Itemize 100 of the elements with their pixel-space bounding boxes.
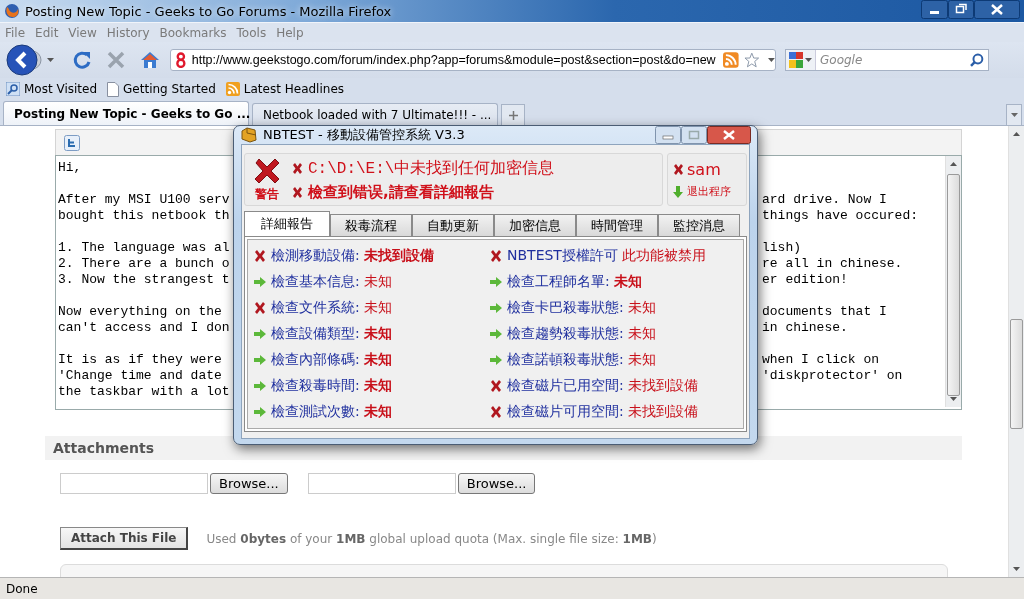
check-result: 未找到設備 <box>627 403 698 421</box>
check-result: 未找到設備 <box>363 247 434 265</box>
exit-button[interactable]: 退出程序 <box>672 184 746 199</box>
text-line: things have occured: <box>762 208 919 224</box>
dialog-tab[interactable]: 詳細報告 <box>244 211 330 236</box>
text-line: when I click on <box>762 352 880 368</box>
home-icon[interactable] <box>140 50 160 70</box>
file-input-field[interactable] <box>307 473 456 494</box>
text-line: er edition! <box>762 272 848 288</box>
caret-icon <box>1010 113 1018 117</box>
text-line: Hi, <box>58 160 82 176</box>
dialog-tab[interactable]: 殺毒流程 <box>330 214 412 236</box>
dialog-title: NBTEST - 移動設備管控系統 V3.3 <box>263 126 465 144</box>
search-engine-button[interactable] <box>786 50 816 70</box>
rss-icon[interactable] <box>723 52 739 68</box>
text-line: in chinese. <box>762 320 848 336</box>
dropdown-icon[interactable] <box>805 58 812 62</box>
search-input[interactable]: Google <box>816 52 971 68</box>
dialog-tab[interactable]: 監控消息 <box>658 214 740 236</box>
dialog-tab[interactable]: 自動更新 <box>412 214 494 236</box>
check-result: 未知 <box>363 325 392 343</box>
text-line: 'Change time and date <box>58 368 222 384</box>
check-result: 未知 <box>363 377 392 395</box>
text-line: 'diskprotector' on <box>762 368 903 384</box>
plus-icon <box>508 110 518 120</box>
text-line: Now everything on the <box>58 304 222 320</box>
arrow-right-icon <box>253 276 267 288</box>
scroll-thumb[interactable] <box>947 174 960 396</box>
file-input-field[interactable] <box>60 473 208 494</box>
check-label: 檢查文件系統: <box>271 299 360 317</box>
check-label: 檢查基本信息: <box>271 273 360 291</box>
cross-icon <box>489 405 503 419</box>
back-button[interactable] <box>5 43 43 77</box>
check-result: 未知 <box>627 299 656 317</box>
check-result: 未找到設備 <box>627 377 698 395</box>
check-result: 未知 <box>627 351 656 369</box>
dialog-tab[interactable]: 加密信息 <box>494 214 576 236</box>
browser-tab[interactable]: Netbook loaded with 7 Ultimate!!! - ... <box>252 103 498 125</box>
dropdown-icon[interactable] <box>768 58 775 62</box>
close-button[interactable] <box>974 0 1020 19</box>
check-label: 檢查磁片已用空間: <box>507 377 624 395</box>
magnifier-icon <box>6 82 20 96</box>
cross-icon <box>489 379 503 393</box>
folder-icon <box>241 127 257 143</box>
address-field[interactable]: http://www.geekstogo.com/forum/index.php?app=forums&module=post&section=post&do=new <box>170 49 776 71</box>
arrow-right-icon <box>253 328 267 340</box>
search-icon[interactable] <box>970 53 984 67</box>
new-tab-button[interactable] <box>501 104 525 125</box>
text-line: After my MSI U100 serv <box>58 192 230 208</box>
arrow-right-icon <box>253 380 267 392</box>
text-line: 3. Now the strangest t <box>58 272 230 288</box>
scroll-thumb[interactable] <box>1010 319 1023 429</box>
star-icon[interactable] <box>743 52 760 68</box>
window-title: Posting New Topic - Geeks to Go Forums - Mozilla Firefox <box>25 3 392 19</box>
check-label: NBTEST授權許可 <box>507 247 618 265</box>
arrow-right-icon <box>253 406 267 418</box>
reload-icon[interactable] <box>72 50 92 70</box>
browser-tab[interactable]: Posting New Topic - Geeks to Go ... <box>3 101 249 125</box>
check-label: 檢查殺毒時間: <box>271 377 360 395</box>
check-label: 檢查磁片可用空間: <box>507 403 624 421</box>
text-line: the taskbar with a lot <box>58 384 230 400</box>
dialog-tab[interactable]: 時間管理 <box>576 214 658 236</box>
warning-label: 警告 <box>255 185 279 203</box>
menu-item[interactable]: File <box>5 25 26 40</box>
text-line: 1. The language was al <box>58 240 230 256</box>
cross-icon <box>253 249 267 263</box>
bookmark-item[interactable]: Latest Headlines <box>225 82 344 96</box>
text-line: bought this netbook th <box>58 208 230 224</box>
browser-logo-icon <box>4 3 20 19</box>
check-label: 檢測移動設備: <box>271 247 360 265</box>
maximize-button[interactable] <box>948 0 974 19</box>
url-text: http://www.geekstogo.com/forum/index.php?app=forums&module=post&section=post&do=new <box>191 53 717 67</box>
browse-button[interactable]: Browse... <box>457 473 536 494</box>
minimize-button[interactable] <box>921 0 948 19</box>
bookmark-item[interactable]: Most Visited <box>6 82 98 96</box>
check-label: 檢查設備類型: <box>271 325 360 343</box>
cross-icon <box>489 249 503 263</box>
browse-button[interactable]: Browse... <box>210 473 288 494</box>
search-field[interactable]: Google <box>785 49 989 71</box>
text-line: lish) <box>762 240 801 256</box>
check-label: 檢查內部條碼: <box>271 351 360 369</box>
arrow-right-icon <box>253 354 267 366</box>
check-label: 檢查工程師名單: <box>507 273 610 291</box>
close-button[interactable] <box>707 126 751 144</box>
text-line: It is as if they were <box>58 352 222 368</box>
text-line: re all in chinese. <box>762 256 903 272</box>
history-caret-icon[interactable] <box>47 58 54 62</box>
page-icon <box>107 81 120 97</box>
bookmark-item[interactable]: Getting Started <box>107 81 216 97</box>
quota-text: Used 0bytes of your 1MB global upload quota (Max. single file size: 1MB) <box>206 531 657 546</box>
attach-file-button[interactable]: Attach This File <box>60 527 189 550</box>
text-line: ard drive. Now I <box>762 192 887 208</box>
cross-icon <box>672 163 685 176</box>
message-text: C:\D:\E:\中未找到任何加密信息 <box>308 158 555 179</box>
check-result: 未知 <box>613 273 642 291</box>
down-arrow-icon <box>672 184 684 199</box>
text-line: 2. There are a bunch o <box>58 256 230 272</box>
tab-list-button[interactable] <box>1006 104 1022 125</box>
arrow-right-icon <box>489 328 503 340</box>
cross-icon <box>291 185 304 199</box>
